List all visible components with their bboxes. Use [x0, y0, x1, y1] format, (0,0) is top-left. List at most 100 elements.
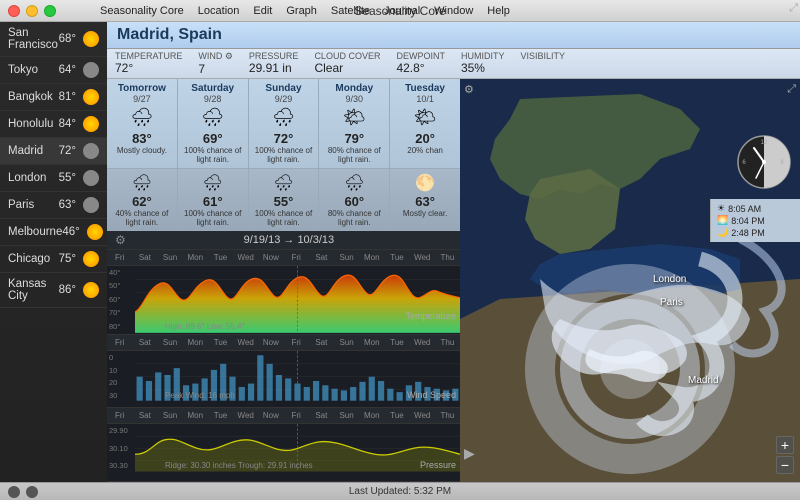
fnight-temp: 63° — [415, 194, 435, 209]
fday-temp: 79° — [344, 131, 364, 146]
sidebar-item-paris[interactable]: Paris63° — [0, 192, 107, 219]
sidebar-city-right: 63° — [59, 197, 99, 213]
satellite-settings-button[interactable]: ⚙ — [464, 83, 474, 96]
satellite-expand-button[interactable]: ⤢ — [787, 83, 796, 96]
chart-day-label: Tue — [208, 408, 233, 423]
statusbar-left — [8, 486, 38, 498]
moon-icon — [83, 143, 99, 159]
fday-name: Sunday — [265, 83, 301, 94]
sidebar-item-london[interactable]: London55° — [0, 165, 107, 192]
fullscreen-button[interactable] — [44, 5, 56, 17]
fday-icon: 🌤 — [343, 107, 366, 128]
chart-settings-icon[interactable]: ⚙ — [115, 233, 126, 247]
sidebar-city-name: Bangkok — [8, 91, 53, 103]
fday-date: 9/27 — [133, 94, 151, 104]
sidebar-city-right: 75° — [59, 251, 99, 267]
fday-name: Monday — [335, 83, 373, 94]
pressure-y-axis: 30.3030.1029.90 — [107, 424, 135, 472]
clock-face: 12 6 6 — [736, 134, 792, 190]
sidebar-item-madrid[interactable]: Madrid72° — [0, 138, 107, 165]
menu-item[interactable]: Journal — [384, 5, 420, 17]
fnight-temp: 62° — [132, 194, 152, 209]
sun-icon — [87, 224, 103, 240]
chart-day-label: Now — [258, 335, 283, 350]
chart-day-label: Sat — [132, 335, 157, 350]
sidebar-city-right: 72° — [59, 143, 99, 159]
status-icon — [8, 486, 20, 498]
menu-item[interactable]: Location — [198, 5, 240, 17]
sidebar-city-name: Tokyo — [8, 64, 38, 76]
fnight-icon: 🌧 — [132, 173, 152, 193]
menu-item[interactable]: Window — [434, 5, 473, 17]
forecast-day: Saturday 9/28 🌧 69° 100% chance of light… — [178, 79, 249, 168]
charts-area: ⚙ 9/19/13 → 10/3/13 ⤢ FriSatSunMonTueWed… — [107, 231, 460, 482]
cloud-value: Clear — [314, 61, 380, 75]
sidebar-city-right: 55° — [59, 170, 99, 186]
moon-time: 2:48 PM — [731, 228, 765, 238]
sidebar-item-honolulu[interactable]: Honolulu84° — [0, 111, 107, 138]
menu-item[interactable]: Edit — [253, 5, 272, 17]
vis-label: Visibility — [520, 51, 565, 61]
fnight-temp: 60° — [344, 194, 364, 209]
sidebar-city-name: Chicago — [8, 253, 50, 265]
menu-item[interactable]: Help — [487, 5, 510, 17]
sun-icon — [83, 282, 99, 298]
fday-desc: Mostly cloudy. — [117, 146, 167, 155]
chart-day-label: Sun — [334, 250, 359, 265]
sidebar-city-right: 46° — [62, 224, 102, 240]
last-updated-text: Last Updated: 5:32 PM — [349, 486, 451, 497]
dew-value: 42.8° — [396, 61, 445, 75]
fday-icon: 🌧 — [201, 107, 224, 128]
forecast-day: Tuesday 10/1 🌤 20° 20% chan — [390, 79, 460, 168]
temp-high: 89.6° — [186, 322, 205, 331]
forecast-days-row: Tomorrow 9/27 🌧 83° Mostly cloudy. Satur… — [107, 79, 460, 169]
sidebar-city-name: San Francisco — [8, 27, 59, 51]
sidebar-item-bangkok[interactable]: Bangkok 81° — [0, 84, 107, 111]
fnight-temp: 61° — [203, 194, 223, 209]
chart-days-header-2: FriSatSunMonTueWedNowFriSatSunMonTueWedT… — [107, 335, 460, 351]
chart-day-label: Sun — [157, 335, 182, 350]
sidebar-temp: 81° — [59, 91, 76, 103]
chart-days-header: FriSatSunMonTueWedNowFriSatSunMonTueWedT… — [107, 250, 460, 266]
chart-day-label: Now — [258, 408, 283, 423]
sunset-time: 8:04 PM — [731, 216, 765, 226]
sidebar-item-san-francisco[interactable]: San Francisco68° — [0, 22, 107, 57]
map-label-madrid: Madrid — [688, 375, 719, 386]
chart-day-label: Sat — [132, 408, 157, 423]
forecast-night: 🌧 60° 80% chance of light rain. — [319, 169, 390, 230]
fnight-desc: Mostly clear. — [403, 209, 447, 218]
sidebar-item-chicago[interactable]: Chicago 75° — [0, 246, 107, 273]
chart-days-header-3: FriSatSunMonTueWedNowFriSatSunMonTueWedT… — [107, 408, 460, 424]
fday-temp: 72° — [274, 131, 294, 146]
chart-day-label: Wed — [233, 335, 258, 350]
sidebar-item-melbourne[interactable]: Melbourne46° — [0, 219, 107, 246]
fday-desc: 80% chance of light rain. — [323, 146, 385, 164]
main-content: San Francisco68°Tokyo64°Bangkok81°Honolu… — [0, 22, 800, 482]
stats-row: Temperature 72° Wind ⚙ 7 Pressure 29.91 … — [107, 49, 800, 79]
fnight-desc: 80% chance of light rain. — [323, 209, 385, 227]
sunrise-row: ☀ 8:05 AM — [717, 203, 794, 214]
satellite-panel: Local Time 11:40 PM Day Length 11h 59m — [460, 79, 800, 482]
minimize-button[interactable] — [26, 5, 38, 17]
map-label-paris: Paris — [660, 297, 683, 308]
menu-item[interactable]: Satellite — [331, 5, 370, 17]
menu-item[interactable]: Seasonality Core — [100, 5, 184, 17]
fday-desc: 100% chance of light rain. — [182, 146, 244, 164]
menu-item[interactable]: Graph — [286, 5, 317, 17]
zoom-out-button[interactable]: − — [776, 456, 794, 474]
charts-header: ⚙ 9/19/13 → 10/3/13 ⤢ — [107, 231, 460, 250]
fnight-desc: 40% chance of light rain. — [111, 209, 173, 227]
pressure-chart-main: Ridge: 30.30 inches Trough: 29.91 inches… — [135, 424, 460, 472]
sidebar-item-kansas-city[interactable]: Kansas City86° — [0, 273, 107, 308]
close-button[interactable] — [8, 5, 20, 17]
chart-day-label: Mon — [183, 250, 208, 265]
fday-icon: 🌧 — [130, 107, 153, 128]
pressure-value: 29.91 in — [249, 61, 299, 75]
satellite-play-button[interactable]: ▶ — [464, 445, 475, 462]
zoom-in-button[interactable]: + — [776, 436, 794, 454]
chart-day-label: Sat — [309, 335, 334, 350]
sidebar-temp: 72° — [59, 145, 76, 157]
sidebar-item-tokyo[interactable]: Tokyo64° — [0, 57, 107, 84]
sidebar-temp: 68° — [59, 33, 76, 45]
moon-icon — [83, 197, 99, 213]
